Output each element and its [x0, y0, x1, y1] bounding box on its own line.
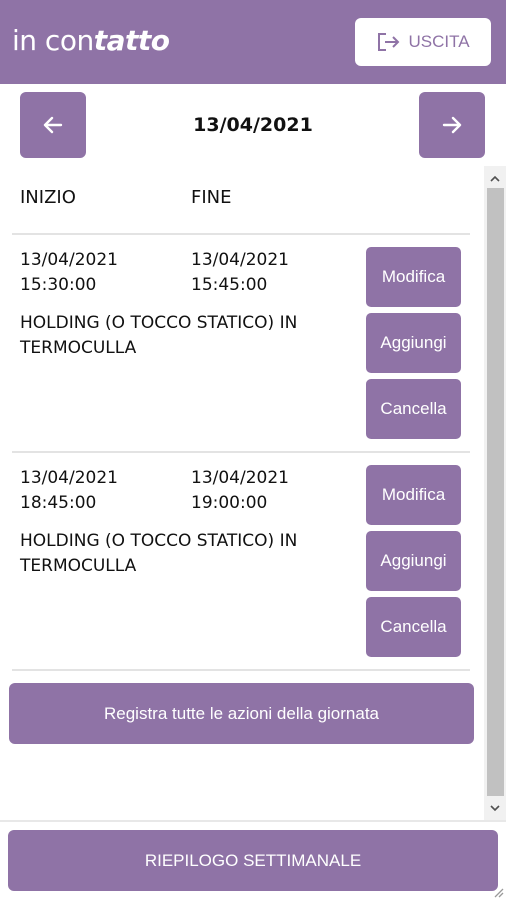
arrow-right-icon	[442, 116, 462, 134]
edit-button[interactable]: Modifica	[366, 247, 461, 307]
delete-button[interactable]: Cancella	[366, 597, 461, 657]
entry-description: HOLDING (O TOCCO STATICO) IN TERMOCULLA	[20, 313, 298, 358]
add-button[interactable]: Aggiungi	[366, 313, 461, 373]
resize-handle-icon[interactable]	[490, 884, 504, 898]
scroll-down-icon[interactable]	[484, 798, 506, 818]
logout-icon	[378, 33, 400, 51]
add-button[interactable]: Aggiungi	[366, 531, 461, 591]
divider	[12, 233, 470, 235]
scroll-up-icon[interactable]	[484, 168, 506, 188]
delete-button[interactable]: Cancella	[366, 379, 461, 439]
current-date: 13/04/2021	[193, 114, 313, 136]
scrollbar-thumb[interactable]	[487, 188, 504, 796]
list-item: 13/04/2021 18:45:00 13/04/2021 19:00:00 …	[0, 463, 480, 673]
brand-suffix: tatto	[93, 24, 170, 57]
app-header: in contatto USCITA	[0, 0, 506, 84]
list-item: 13/04/2021 15:30:00 13/04/2021 15:45:00 …	[0, 245, 480, 455]
previous-day-button[interactable]	[20, 92, 86, 158]
app-logo: in contatto	[12, 24, 170, 57]
register-all-button[interactable]: Registra tutte le azioni della giornata	[9, 683, 474, 744]
entry-end-datetime: 13/04/2021 19:00:00	[191, 468, 289, 513]
entry-description: HOLDING (O TOCCO STATICO) IN TERMOCULLA	[20, 531, 298, 576]
column-header-start: INIZIO	[20, 187, 76, 208]
divider	[0, 820, 506, 822]
scrollbar[interactable]	[484, 166, 506, 820]
entry-start-datetime: 13/04/2021 18:45:00	[20, 468, 118, 513]
logout-button[interactable]: USCITA	[355, 18, 491, 66]
divider	[12, 451, 470, 453]
weekly-summary-button[interactable]: RIEPILOGO SETTIMANALE	[8, 830, 498, 891]
column-header-end: FINE	[191, 187, 232, 208]
edit-button[interactable]: Modifica	[366, 465, 461, 525]
arrow-left-icon	[43, 116, 63, 134]
brand-prefix: in con	[12, 24, 94, 57]
entry-end-datetime: 13/04/2021 15:45:00	[191, 250, 289, 295]
next-day-button[interactable]	[419, 92, 485, 158]
logout-label: USCITA	[408, 32, 470, 51]
entry-start-datetime: 13/04/2021 15:30:00	[20, 250, 118, 295]
divider	[12, 669, 470, 671]
